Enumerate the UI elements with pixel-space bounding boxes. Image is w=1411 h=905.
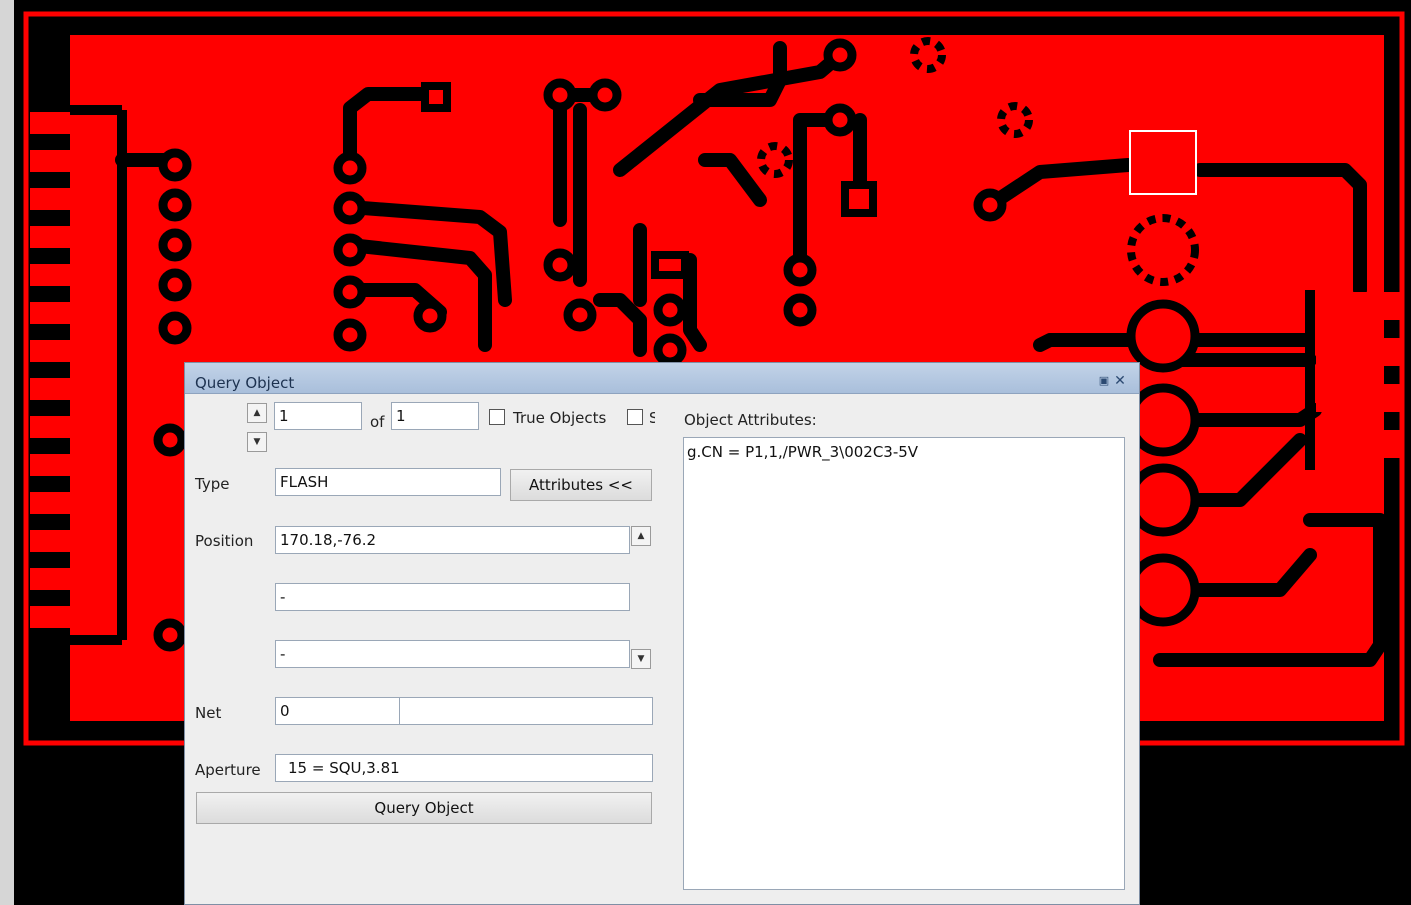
object-attributes-text: g.CN = P1,1,/PWR_3\002C3-5V <box>687 443 919 461</box>
position-scroll-down-icon[interactable]: ▼ <box>631 649 651 669</box>
query-object-dialog: Query Object ▣ ✕ ▲ ▼ 1 of 1 True Objects… <box>184 362 1140 905</box>
aperture-field[interactable]: 15 = SQU,3.81 <box>275 754 653 782</box>
spinner-down-icon[interactable]: ▼ <box>247 432 267 452</box>
aperture-label: Aperture <box>195 761 261 779</box>
spinner-up-icon[interactable]: ▲ <box>247 403 267 423</box>
second-checkbox[interactable] <box>627 409 643 425</box>
net-number-field[interactable]: 0 <box>275 697 400 725</box>
object-attributes-label: Object Attributes: <box>684 411 817 429</box>
object-attributes-textarea[interactable]: g.CN = P1,1,/PWR_3\002C3-5V <box>683 437 1125 890</box>
type-field[interactable]: FLASH <box>275 468 501 496</box>
net-name-field[interactable] <box>399 697 653 725</box>
restore-icon[interactable]: ▣ <box>1098 375 1110 387</box>
position-field[interactable]: 170.18,-76.2 <box>275 526 630 554</box>
dialog-titlebar[interactable]: Query Object ▣ ✕ <box>185 363 1139 394</box>
highlighted-square-pad <box>1129 130 1197 195</box>
close-icon[interactable]: ✕ <box>1114 374 1126 388</box>
type-label: Type <box>195 475 230 493</box>
dialog-title: Query Object <box>195 374 295 392</box>
query-object-button[interactable]: Query Object <box>196 792 652 824</box>
left-margin <box>0 0 14 905</box>
second-checkbox-label: S <box>649 409 655 427</box>
position-label: Position <box>195 532 254 550</box>
total-field[interactable]: 1 <box>391 402 479 430</box>
position-line3-field[interactable]: - <box>275 640 630 668</box>
net-label: Net <box>195 704 222 722</box>
position-line2-field[interactable]: - <box>275 583 630 611</box>
position-scroll-up-icon[interactable]: ▲ <box>631 526 651 546</box>
of-label: of <box>370 413 385 431</box>
true-objects-checkbox[interactable] <box>489 409 505 425</box>
true-objects-label: True Objects <box>513 409 607 427</box>
attributes-toggle-button[interactable]: Attributes << <box>510 469 652 501</box>
index-field[interactable]: 1 <box>274 402 362 430</box>
